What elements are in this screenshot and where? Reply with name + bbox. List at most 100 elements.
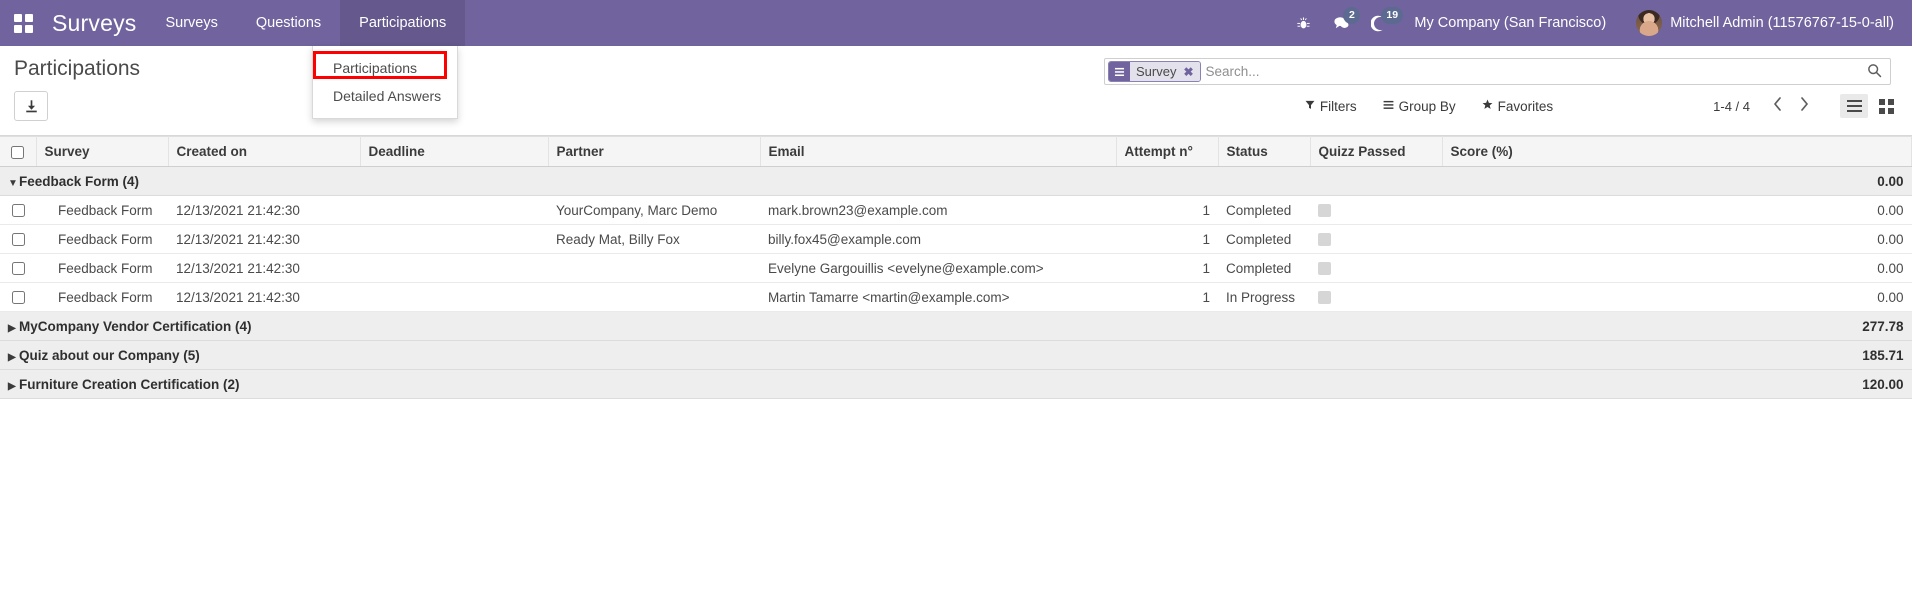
cell-attempt: 1: [1116, 253, 1218, 283]
menu-item-surveys[interactable]: Surveys: [146, 0, 236, 46]
table-row[interactable]: Feedback Form 12/13/2021 21:42:30 Evelyn…: [0, 253, 1912, 283]
cell-partner: YourCompany, Marc Demo: [548, 195, 760, 225]
cell-status: Completed: [1218, 224, 1310, 254]
group-by-button[interactable]: Group By: [1370, 96, 1469, 117]
column-quizz-passed[interactable]: Quizz Passed: [1310, 136, 1443, 167]
cell-partner: [548, 253, 760, 283]
close-icon[interactable]: ✖: [1181, 62, 1200, 81]
table-body: ▼Feedback Form (4) 0.00 Feedback Form 12…: [0, 166, 1912, 399]
group-row[interactable]: ▼Feedback Form (4) 0.00: [0, 166, 1912, 196]
cell-email: mark.brown23@example.com: [760, 195, 1116, 225]
filters-button[interactable]: Filters: [1292, 96, 1370, 117]
bug-glyph: [1297, 17, 1310, 28]
group-score: 120.00: [1442, 369, 1912, 399]
table-row[interactable]: Feedback Form 12/13/2021 21:42:30 Martin…: [0, 282, 1912, 312]
app-brand-title: Surveys: [52, 9, 137, 36]
search-input[interactable]: [1205, 59, 1861, 84]
pager: 1-4 / 4: [1713, 94, 1900, 118]
activities-badge: 19: [1381, 7, 1404, 24]
column-survey[interactable]: Survey: [36, 136, 169, 167]
chevron-right-icon[interactable]: [1791, 97, 1818, 115]
messages-icon[interactable]: 2: [1322, 0, 1361, 46]
search-box[interactable]: Survey ✖: [1104, 58, 1891, 85]
lines-glyph: [1114, 67, 1125, 76]
cell-email: billy.fox45@example.com: [760, 224, 1116, 254]
filter-buttons-group: Filters Group By Favorites: [1292, 96, 1566, 117]
cell-attempt: 1: [1116, 224, 1218, 254]
caret-right-icon: ▶: [8, 380, 16, 392]
group-label: Furniture Creation Certification (2): [19, 376, 240, 392]
messages-badge: 2: [1343, 7, 1361, 24]
group-row[interactable]: ▶ MyCompany Vendor Certification (4) 277.…: [0, 311, 1912, 341]
menu-item-questions[interactable]: Questions: [237, 0, 340, 46]
cell-status: Completed: [1218, 253, 1310, 283]
row-select-cell: [0, 282, 36, 312]
group-label: Feedback Form (4): [19, 173, 140, 189]
star-icon: [1482, 99, 1493, 113]
view-switcher: [1840, 94, 1900, 118]
cell-created-on: 12/13/2021 21:42:30: [168, 282, 360, 312]
group-row[interactable]: ▶ Quiz about our Company (5) 185.71: [0, 340, 1912, 370]
column-score[interactable]: Score (%): [1442, 136, 1912, 167]
list-view: Survey Created on Deadline Partner Email…: [0, 136, 1912, 399]
search-area: Survey ✖: [1104, 58, 1891, 85]
dropdown-item-participations[interactable]: Participations: [313, 54, 457, 82]
main-menu: Surveys Questions Participations: [146, 0, 466, 46]
dropdown-item-detailed-answers[interactable]: Detailed Answers: [313, 82, 457, 110]
favorites-label: Favorites: [1497, 98, 1554, 114]
row-checkbox[interactable]: [11, 291, 25, 305]
row-checkbox[interactable]: [11, 233, 25, 247]
cell-score: 0.00: [1442, 253, 1912, 283]
company-switcher[interactable]: My Company (San Francisco): [1398, 15, 1622, 31]
column-status[interactable]: Status: [1218, 136, 1311, 167]
control-panel-top-row: Participations Survey ✖: [12, 46, 1900, 85]
lines-glyph: [1383, 100, 1393, 109]
column-partner[interactable]: Partner: [548, 136, 761, 167]
cell-created-on: 12/13/2021 21:42:30: [168, 195, 360, 225]
group-label-cell[interactable]: ▶ Furniture Creation Certification (2): [0, 369, 1442, 399]
group-label-cell[interactable]: ▶ Quiz about our Company (5): [0, 340, 1442, 370]
pager-range: 1-4 / 4: [1713, 98, 1750, 114]
quizz-passed-indicator: [1318, 204, 1331, 218]
cell-deadline: [360, 195, 548, 225]
export-button[interactable]: [14, 91, 48, 121]
chevron-left-glyph: [1774, 97, 1781, 111]
header-row: Survey Created on Deadline Partner Email…: [0, 136, 1912, 167]
table-row[interactable]: Feedback Form 12/13/2021 21:42:30 YourCo…: [0, 195, 1912, 225]
group-score: 0.00: [1442, 166, 1912, 196]
grid-icon: [1878, 98, 1894, 114]
group-by-label: Group By: [1398, 98, 1456, 114]
cell-score: 0.00: [1442, 224, 1912, 254]
favorites-button[interactable]: Favorites: [1469, 96, 1567, 117]
search-facet-survey[interactable]: Survey ✖: [1108, 61, 1201, 82]
row-checkbox[interactable]: [11, 262, 25, 276]
list-view-button[interactable]: [1840, 94, 1868, 118]
cell-partner: Ready Mat, Billy Fox: [548, 224, 760, 254]
table-row[interactable]: Feedback Form 12/13/2021 21:42:30 Ready …: [0, 224, 1912, 254]
kanban-view-button[interactable]: [1872, 94, 1900, 118]
search-icon[interactable]: [1861, 63, 1886, 81]
select-all-checkbox[interactable]: [11, 145, 25, 159]
group-score: 277.78: [1442, 311, 1912, 341]
menu-item-participations[interactable]: Participations: [340, 0, 466, 46]
user-menu-label: Mitchell Admin (11576767-15-0-all): [1670, 15, 1894, 31]
row-checkbox[interactable]: [11, 204, 25, 218]
column-created-on[interactable]: Created on: [168, 136, 361, 167]
column-attempt[interactable]: Attempt n°: [1116, 136, 1219, 167]
apps-menu-button[interactable]: [0, 0, 46, 46]
bug-icon[interactable]: [1284, 0, 1322, 46]
user-menu[interactable]: Mitchell Admin (11576767-15-0-all): [1622, 10, 1902, 36]
group-row[interactable]: ▶ Furniture Creation Certification (2) 12…: [0, 369, 1912, 399]
column-deadline[interactable]: Deadline: [360, 136, 549, 167]
column-email[interactable]: Email: [760, 136, 1117, 167]
chevron-left-icon[interactable]: [1764, 97, 1791, 115]
select-all-header: [0, 136, 37, 167]
activities-clock-icon[interactable]: 19: [1360, 0, 1404, 46]
group-label-cell[interactable]: ▼Feedback Form (4): [0, 166, 1442, 196]
cell-quizz-passed: [1310, 224, 1442, 254]
list-icon: [1846, 100, 1862, 112]
group-label-cell[interactable]: ▶ MyCompany Vendor Certification (4): [0, 311, 1442, 341]
search-facet-label: Survey: [1130, 62, 1182, 81]
group-label: MyCompany Vendor Certification (4): [19, 318, 252, 334]
cell-email: Martin Tamarre <martin@example.com>: [760, 282, 1116, 312]
